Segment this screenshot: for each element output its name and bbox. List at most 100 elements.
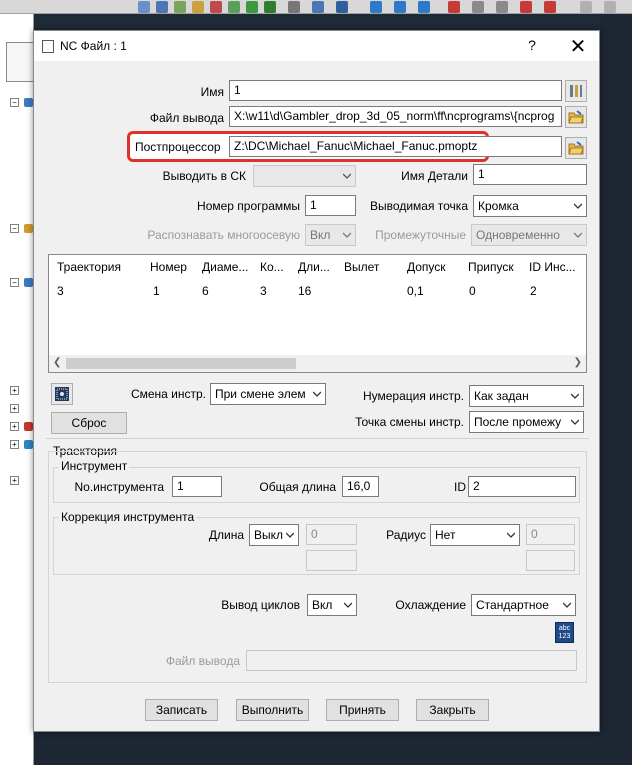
toolbar-icon[interactable]: [246, 1, 258, 13]
tool-change-point-label: Точка смены инстр.: [355, 415, 464, 429]
column-header[interactable]: Дли...: [298, 260, 336, 274]
length-correction-extra[interactable]: [306, 550, 357, 571]
coolant-select[interactable]: Стандартное: [471, 594, 576, 616]
tree-expand-icon[interactable]: −: [10, 98, 19, 107]
tree-expand-icon[interactable]: −: [10, 278, 19, 287]
column-header[interactable]: Вылет: [344, 260, 400, 274]
cycles-output-select[interactable]: Вкл: [307, 594, 357, 616]
toolbar-icon[interactable]: [174, 1, 186, 13]
viewport-area-bottom: [34, 732, 600, 765]
toolbar-icon[interactable]: [544, 1, 556, 13]
close-button[interactable]: Закрыть: [416, 699, 489, 721]
table-cell: 0,1: [407, 284, 424, 298]
viewport-area: [600, 14, 632, 765]
radius-correction-select[interactable]: Нет: [430, 524, 520, 546]
part-name-input[interactable]: 1: [473, 164, 587, 185]
postprocessor-label: Постпроцессор: [135, 140, 221, 154]
dialog-titlebar: NC Файл : 1 ? ✕: [34, 31, 599, 61]
background-toolbar: [0, 0, 632, 14]
tool-correction-group-title: Коррекция инструмента: [59, 510, 197, 524]
toolbar-icon[interactable]: [228, 1, 240, 13]
folder-open-icon: [568, 110, 584, 124]
toolbar-icon[interactable]: [312, 1, 324, 13]
tool-group-title: Инструмент: [59, 459, 130, 473]
browse-output-button[interactable]: [565, 106, 587, 128]
column-header[interactable]: ID Инс...: [529, 260, 585, 274]
toolbar-icon[interactable]: [448, 1, 460, 13]
postprocessor-input[interactable]: Z:\DC\Michael_Fanuc\Michael_Fanuc.pmoptz: [229, 136, 562, 157]
toolbar-icon[interactable]: [580, 1, 592, 13]
toolbar-icon[interactable]: [138, 1, 150, 13]
length-correction-label: Длина: [208, 528, 244, 542]
toolbar-icon[interactable]: [604, 1, 616, 13]
tool-change-select[interactable]: При смене элем: [210, 383, 326, 405]
accept-button[interactable]: Принять: [326, 699, 399, 721]
length-correction-value[interactable]: 0: [306, 524, 357, 545]
multiaxis-select[interactable]: Вкл: [305, 224, 356, 246]
tree-expand-icon[interactable]: +: [10, 440, 19, 449]
table-cell: 1: [153, 284, 160, 298]
tool-id-input[interactable]: 2: [468, 476, 576, 497]
help-button[interactable]: ?: [524, 37, 540, 53]
length-correction-select[interactable]: Выкл: [249, 524, 299, 546]
output-point-select[interactable]: Кромка: [473, 195, 587, 217]
toolbar-icon[interactable]: [472, 1, 484, 13]
tree-expand-icon[interactable]: −: [10, 224, 19, 233]
explorer-tab[interactable]: [6, 42, 34, 82]
column-header[interactable]: Допуск: [407, 260, 463, 274]
toolpath-table[interactable]: Траектория Номер Диаме... Ко... Дли... В…: [48, 254, 587, 373]
chevron-down-icon: [343, 172, 351, 180]
column-header[interactable]: Номер: [150, 260, 196, 274]
toolbar-icon[interactable]: [394, 1, 406, 13]
tree-expand-icon[interactable]: +: [10, 422, 19, 431]
table-row[interactable]: 3 1 6 3 16 0,1 0 2: [49, 281, 586, 299]
toolbar-icon[interactable]: [288, 1, 300, 13]
toolbar-icon[interactable]: [418, 1, 430, 13]
toolpath-output-file-input[interactable]: [246, 650, 577, 671]
chevron-down-icon: [343, 231, 351, 239]
intermediate-select[interactable]: Одновременно: [471, 224, 587, 246]
tool-properties-button[interactable]: [565, 80, 587, 102]
column-header[interactable]: Припуск: [468, 260, 526, 274]
execute-button[interactable]: Выполнить: [236, 699, 309, 721]
write-button[interactable]: Записать: [145, 699, 218, 721]
tool-change-settings-button[interactable]: [51, 383, 73, 405]
total-length-input[interactable]: 16,0: [342, 476, 379, 497]
chevron-down-icon: [286, 531, 294, 539]
scroll-left-icon[interactable]: ❮: [53, 357, 61, 368]
toolbar-icon[interactable]: [264, 1, 276, 13]
chevron-down-icon: [571, 418, 579, 426]
toolbar-icon[interactable]: [520, 1, 532, 13]
scroll-right-icon[interactable]: ❯: [574, 357, 582, 368]
browse-postprocessor-button[interactable]: [565, 137, 587, 159]
toolbar-icon[interactable]: [336, 1, 348, 13]
column-header[interactable]: Траектория: [57, 260, 143, 274]
tree-item-icon: [24, 440, 33, 449]
tool-change-point-select[interactable]: После промежу: [469, 411, 584, 433]
column-header[interactable]: Ко...: [260, 260, 292, 274]
reset-button[interactable]: Сброс: [51, 412, 127, 434]
toolbar-icon[interactable]: [156, 1, 168, 13]
tool-number-input[interactable]: 1: [172, 476, 222, 497]
output-cs-select[interactable]: [253, 165, 356, 187]
radius-correction-value[interactable]: 0: [526, 524, 575, 545]
horizontal-scrollbar[interactable]: ❮ ❯: [49, 355, 586, 372]
toolbar-icon[interactable]: [210, 1, 222, 13]
tree-item-icon: [24, 224, 33, 233]
tree-expand-icon[interactable]: +: [10, 476, 19, 485]
program-number-input[interactable]: 1: [305, 195, 356, 216]
name-input[interactable]: 1: [229, 80, 562, 101]
radius-correction-extra[interactable]: [526, 550, 575, 571]
table-cell: 3: [260, 284, 267, 298]
tool-numbering-select[interactable]: Как задан: [469, 385, 584, 407]
abc-123-icon[interactable]: abc 123: [555, 622, 574, 643]
scrollbar-thumb[interactable]: [66, 358, 296, 369]
tree-expand-icon[interactable]: +: [10, 404, 19, 413]
toolbar-icon[interactable]: [370, 1, 382, 13]
column-header[interactable]: Диаме...: [202, 260, 254, 274]
toolbar-icon[interactable]: [496, 1, 508, 13]
toolbar-icon[interactable]: [192, 1, 204, 13]
output-file-input[interactable]: X:\w11\d\Gambler_drop_3d_05_norm\ff\ncpr…: [229, 106, 562, 127]
tree-expand-icon[interactable]: +: [10, 386, 19, 395]
close-window-button[interactable]: ✕: [568, 34, 588, 59]
